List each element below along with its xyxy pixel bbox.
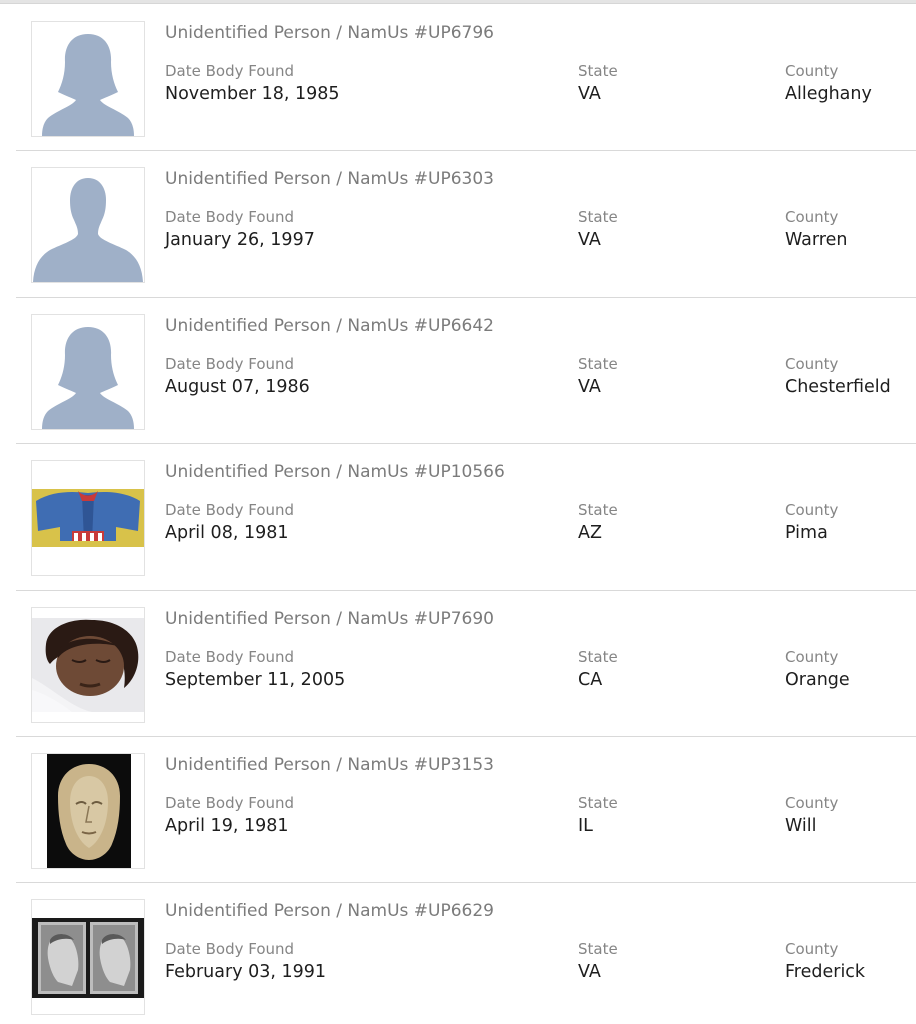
case-thumbnail[interactable] [31, 606, 145, 723]
county-label: County [785, 940, 839, 959]
date-value: February 03, 1991 [165, 962, 327, 983]
date-label: Date Body Found [165, 62, 295, 80]
state-value: VA [578, 84, 601, 104]
date-label: Date Body Found [165, 501, 295, 520]
state-label: State [578, 793, 618, 812]
case-thumbnail[interactable] [31, 313, 145, 430]
case-thumbnail[interactable] [31, 21, 145, 137]
case-row[interactable]: Unidentified Person / NamUs #UP6642 Date… [16, 298, 916, 445]
case-title[interactable]: Unidentified Person / NamUs #UP7690 [165, 609, 494, 629]
state-value: IL [578, 815, 593, 836]
case-title[interactable]: Unidentified Person / NamUs #UP3153 [165, 755, 494, 775]
state-label: State [578, 62, 618, 80]
case-thumbnail[interactable] [31, 752, 145, 869]
county-value: Pima [785, 523, 828, 544]
case-row[interactable]: Unidentified Person / NamUs #UP7690 Date… [16, 591, 916, 737]
case-title[interactable]: Unidentified Person / NamUs #UP6642 [165, 316, 494, 336]
state-value: AZ [578, 523, 602, 544]
state-label: State [578, 940, 618, 959]
case-title[interactable]: Unidentified Person / NamUs #UP6303 [165, 169, 494, 189]
state-value: VA [578, 376, 601, 397]
county-label: County [785, 501, 839, 520]
county-value: Will [785, 815, 817, 836]
case-list: Unidentified Person / NamUs #UP6796 Date… [16, 5, 916, 1024]
date-value: April 19, 1981 [165, 815, 289, 836]
top-border [0, 0, 916, 4]
state-value: CA [578, 669, 603, 690]
date-label: Date Body Found [165, 354, 295, 373]
case-row[interactable]: Unidentified Person / NamUs #UP3153 Date… [16, 737, 916, 884]
case-row[interactable]: Unidentified Person / NamUs #UP6796 Date… [16, 5, 916, 152]
date-value: January 26, 1997 [165, 230, 315, 251]
state-value: VA [578, 962, 601, 983]
county-label: County [785, 354, 839, 373]
date-label: Date Body Found [165, 208, 295, 227]
face-photo-icon [32, 617, 144, 712]
state-value: VA [578, 230, 601, 251]
case-row[interactable]: Unidentified Person / NamUs #UP6303 Date… [16, 151, 916, 298]
county-label: County [785, 647, 839, 666]
state-label: State [578, 647, 618, 666]
date-value: April 08, 1981 [165, 523, 289, 544]
county-label: County [785, 62, 839, 80]
state-label: State [578, 354, 618, 373]
date-value: August 07, 1986 [165, 376, 310, 397]
case-title[interactable]: Unidentified Person / NamUs #UP6796 [165, 23, 494, 43]
reconstruction-bust-pair-icon [32, 918, 144, 999]
case-title[interactable]: Unidentified Person / NamUs #UP10566 [165, 462, 505, 482]
case-thumbnail[interactable] [31, 460, 145, 577]
clothing-photo-icon [32, 489, 144, 548]
county-value: Alleghany [785, 84, 872, 104]
date-label: Date Body Found [165, 647, 295, 666]
state-label: State [578, 208, 618, 227]
male-silhouette-icon [33, 178, 143, 283]
state-label: State [578, 501, 618, 520]
case-row[interactable]: Unidentified Person / NamUs #UP6629 Date… [16, 883, 916, 1024]
date-value: November 18, 1985 [165, 84, 340, 104]
female-silhouette-icon [42, 34, 134, 136]
date-value: September 11, 2005 [165, 669, 346, 690]
case-title[interactable]: Unidentified Person / NamUs #UP6629 [165, 901, 494, 921]
case-thumbnail[interactable] [31, 899, 145, 1016]
female-silhouette-icon [42, 326, 134, 429]
date-label: Date Body Found [165, 793, 295, 812]
county-value: Frederick [785, 962, 866, 983]
county-value: Chesterfield [785, 376, 891, 397]
county-value: Warren [785, 230, 848, 251]
county-label: County [785, 208, 839, 227]
reconstruction-bust-icon [47, 753, 131, 868]
case-thumbnail[interactable] [31, 167, 145, 284]
county-label: County [785, 793, 839, 812]
date-label: Date Body Found [165, 940, 295, 959]
case-row[interactable]: Unidentified Person / NamUs #UP10566 Dat… [16, 444, 916, 591]
county-value: Orange [785, 669, 850, 690]
